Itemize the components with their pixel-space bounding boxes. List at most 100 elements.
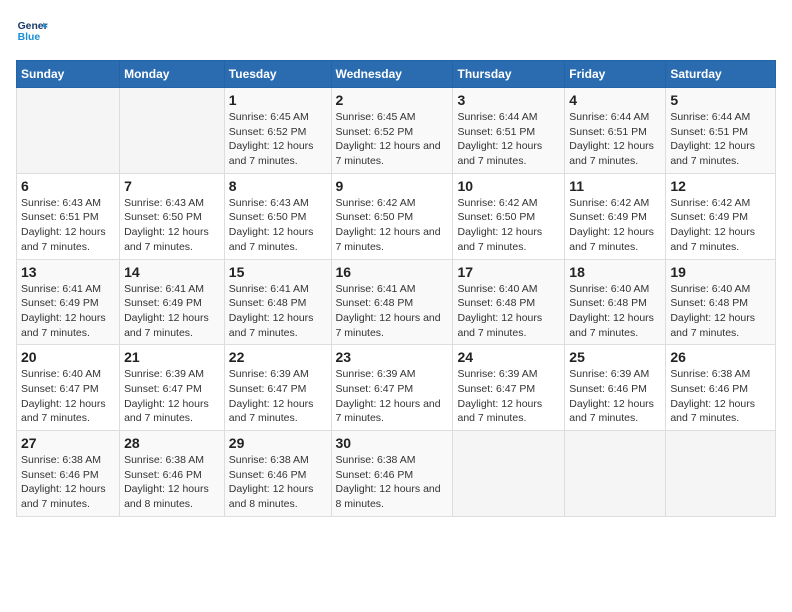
- calendar-cell: 27 Sunrise: 6:38 AM Sunset: 6:46 PM Dayli…: [17, 431, 120, 517]
- day-info: Sunrise: 6:43 AM Sunset: 6:50 PM Dayligh…: [124, 196, 220, 255]
- day-info: Sunrise: 6:39 AM Sunset: 6:46 PM Dayligh…: [569, 367, 661, 426]
- day-number: 9: [336, 178, 449, 194]
- day-number: 11: [569, 178, 661, 194]
- day-number: 6: [21, 178, 115, 194]
- calendar-cell: 21 Sunrise: 6:39 AM Sunset: 6:47 PM Dayli…: [120, 345, 225, 431]
- calendar-cell: [120, 88, 225, 174]
- calendar-cell: 17Sunrise: 6:40 AM Sunset: 6:48 PM Dayli…: [453, 259, 565, 345]
- day-info: Sunrise: 6:40 AM Sunset: 6:48 PM Dayligh…: [670, 282, 771, 341]
- day-header-thursday: Thursday: [453, 61, 565, 88]
- calendar-cell: 25 Sunrise: 6:39 AM Sunset: 6:46 PM Dayli…: [565, 345, 666, 431]
- calendar-cell: 12 Sunrise: 6:42 AM Sunset: 6:49 PM Dayli…: [666, 173, 776, 259]
- calendar-cell: 3 Sunrise: 6:44 AM Sunset: 6:51 PM Daylig…: [453, 88, 565, 174]
- calendar-cell: 4 Sunrise: 6:44 AM Sunset: 6:51 PM Daylig…: [565, 88, 666, 174]
- calendar-cell: 8Sunrise: 6:43 AM Sunset: 6:50 PM Daylig…: [224, 173, 331, 259]
- day-info: Sunrise: 6:38 AM Sunset: 6:46 PM Dayligh…: [229, 453, 327, 512]
- day-header-sunday: Sunday: [17, 61, 120, 88]
- calendar-cell: 2Sunrise: 6:45 AM Sunset: 6:52 PM Daylig…: [331, 88, 453, 174]
- day-number: 13: [21, 264, 115, 280]
- day-number: 3: [457, 92, 560, 108]
- day-number: 17: [457, 264, 560, 280]
- day-number: 28: [124, 435, 220, 451]
- day-number: 26: [670, 349, 771, 365]
- calendar-cell: 23 Sunrise: 6:39 AM Sunset: 6:47 PM Dayli…: [331, 345, 453, 431]
- calendar-cell: 22Sunrise: 6:39 AM Sunset: 6:47 PM Dayli…: [224, 345, 331, 431]
- calendar-week-row: 1Sunrise: 6:45 AM Sunset: 6:52 PM Daylig…: [17, 88, 776, 174]
- svg-text:Blue: Blue: [18, 32, 41, 43]
- calendar-cell: [17, 88, 120, 174]
- day-info: Sunrise: 6:41 AM Sunset: 6:48 PM Dayligh…: [229, 282, 327, 341]
- calendar-cell: 6 Sunrise: 6:43 AM Sunset: 6:51 PM Daylig…: [17, 173, 120, 259]
- calendar-cell: 29 Sunrise: 6:38 AM Sunset: 6:46 PM Dayli…: [224, 431, 331, 517]
- day-number: 23: [336, 349, 449, 365]
- calendar-cell: 1Sunrise: 6:45 AM Sunset: 6:52 PM Daylig…: [224, 88, 331, 174]
- calendar-cell: 10Sunrise: 6:42 AM Sunset: 6:50 PM Dayli…: [453, 173, 565, 259]
- day-number: 25: [569, 349, 661, 365]
- calendar-week-row: 27 Sunrise: 6:38 AM Sunset: 6:46 PM Dayli…: [17, 431, 776, 517]
- page-header: General Blue: [16, 16, 776, 48]
- calendar-cell: [565, 431, 666, 517]
- day-info: Sunrise: 6:45 AM Sunset: 6:52 PM Dayligh…: [336, 110, 449, 169]
- day-info: Sunrise: 6:38 AM Sunset: 6:46 PM Dayligh…: [21, 453, 115, 512]
- calendar-week-row: 6 Sunrise: 6:43 AM Sunset: 6:51 PM Daylig…: [17, 173, 776, 259]
- calendar-table: SundayMondayTuesdayWednesdayThursdayFrid…: [16, 60, 776, 517]
- logo: General Blue: [16, 16, 52, 48]
- day-info: Sunrise: 6:43 AM Sunset: 6:50 PM Dayligh…: [229, 196, 327, 255]
- day-info: Sunrise: 6:38 AM Sunset: 6:46 PM Dayligh…: [336, 453, 449, 512]
- calendar-cell: 5 Sunrise: 6:44 AM Sunset: 6:51 PM Daylig…: [666, 88, 776, 174]
- day-number: 14: [124, 264, 220, 280]
- day-number: 30: [336, 435, 449, 451]
- day-number: 29: [229, 435, 327, 451]
- calendar-cell: 24 Sunrise: 6:39 AM Sunset: 6:47 PM Dayli…: [453, 345, 565, 431]
- calendar-cell: 16Sunrise: 6:41 AM Sunset: 6:48 PM Dayli…: [331, 259, 453, 345]
- calendar-header-row: SundayMondayTuesdayWednesdayThursdayFrid…: [17, 61, 776, 88]
- calendar-cell: 14 Sunrise: 6:41 AM Sunset: 6:49 PM Dayli…: [120, 259, 225, 345]
- day-number: 16: [336, 264, 449, 280]
- day-info: Sunrise: 6:42 AM Sunset: 6:49 PM Dayligh…: [670, 196, 771, 255]
- calendar-cell: 7Sunrise: 6:43 AM Sunset: 6:50 PM Daylig…: [120, 173, 225, 259]
- day-header-saturday: Saturday: [666, 61, 776, 88]
- calendar-cell: 28Sunrise: 6:38 AM Sunset: 6:46 PM Dayli…: [120, 431, 225, 517]
- day-number: 15: [229, 264, 327, 280]
- day-info: Sunrise: 6:42 AM Sunset: 6:50 PM Dayligh…: [457, 196, 560, 255]
- day-info: Sunrise: 6:44 AM Sunset: 6:51 PM Dayligh…: [457, 110, 560, 169]
- day-number: 5: [670, 92, 771, 108]
- day-info: Sunrise: 6:43 AM Sunset: 6:51 PM Dayligh…: [21, 196, 115, 255]
- day-info: Sunrise: 6:39 AM Sunset: 6:47 PM Dayligh…: [229, 367, 327, 426]
- day-header-tuesday: Tuesday: [224, 61, 331, 88]
- calendar-cell: 15 Sunrise: 6:41 AM Sunset: 6:48 PM Dayli…: [224, 259, 331, 345]
- day-number: 24: [457, 349, 560, 365]
- day-number: 21: [124, 349, 220, 365]
- day-header-monday: Monday: [120, 61, 225, 88]
- day-info: Sunrise: 6:41 AM Sunset: 6:49 PM Dayligh…: [124, 282, 220, 341]
- day-number: 20: [21, 349, 115, 365]
- calendar-cell: 19 Sunrise: 6:40 AM Sunset: 6:48 PM Dayli…: [666, 259, 776, 345]
- logo-icon: General Blue: [16, 16, 48, 48]
- day-info: Sunrise: 6:45 AM Sunset: 6:52 PM Dayligh…: [229, 110, 327, 169]
- calendar-cell: [453, 431, 565, 517]
- calendar-week-row: 13 Sunrise: 6:41 AM Sunset: 6:49 PM Dayli…: [17, 259, 776, 345]
- day-info: Sunrise: 6:40 AM Sunset: 6:47 PM Dayligh…: [21, 367, 115, 426]
- day-info: Sunrise: 6:41 AM Sunset: 6:49 PM Dayligh…: [21, 282, 115, 341]
- day-info: Sunrise: 6:44 AM Sunset: 6:51 PM Dayligh…: [670, 110, 771, 169]
- calendar-cell: 11Sunrise: 6:42 AM Sunset: 6:49 PM Dayli…: [565, 173, 666, 259]
- day-info: Sunrise: 6:44 AM Sunset: 6:51 PM Dayligh…: [569, 110, 661, 169]
- calendar-cell: [666, 431, 776, 517]
- day-info: Sunrise: 6:42 AM Sunset: 6:50 PM Dayligh…: [336, 196, 449, 255]
- day-number: 12: [670, 178, 771, 194]
- day-header-wednesday: Wednesday: [331, 61, 453, 88]
- day-info: Sunrise: 6:39 AM Sunset: 6:47 PM Dayligh…: [457, 367, 560, 426]
- calendar-cell: 9 Sunrise: 6:42 AM Sunset: 6:50 PM Daylig…: [331, 173, 453, 259]
- calendar-cell: 26 Sunrise: 6:38 AM Sunset: 6:46 PM Dayli…: [666, 345, 776, 431]
- day-header-friday: Friday: [565, 61, 666, 88]
- day-number: 4: [569, 92, 661, 108]
- day-number: 27: [21, 435, 115, 451]
- day-info: Sunrise: 6:39 AM Sunset: 6:47 PM Dayligh…: [124, 367, 220, 426]
- calendar-cell: 13 Sunrise: 6:41 AM Sunset: 6:49 PM Dayli…: [17, 259, 120, 345]
- day-info: Sunrise: 6:39 AM Sunset: 6:47 PM Dayligh…: [336, 367, 449, 426]
- day-number: 19: [670, 264, 771, 280]
- calendar-cell: 30 Sunrise: 6:38 AM Sunset: 6:46 PM Dayli…: [331, 431, 453, 517]
- calendar-cell: 18Sunrise: 6:40 AM Sunset: 6:48 PM Dayli…: [565, 259, 666, 345]
- day-info: Sunrise: 6:40 AM Sunset: 6:48 PM Dayligh…: [569, 282, 661, 341]
- day-info: Sunrise: 6:38 AM Sunset: 6:46 PM Dayligh…: [670, 367, 771, 426]
